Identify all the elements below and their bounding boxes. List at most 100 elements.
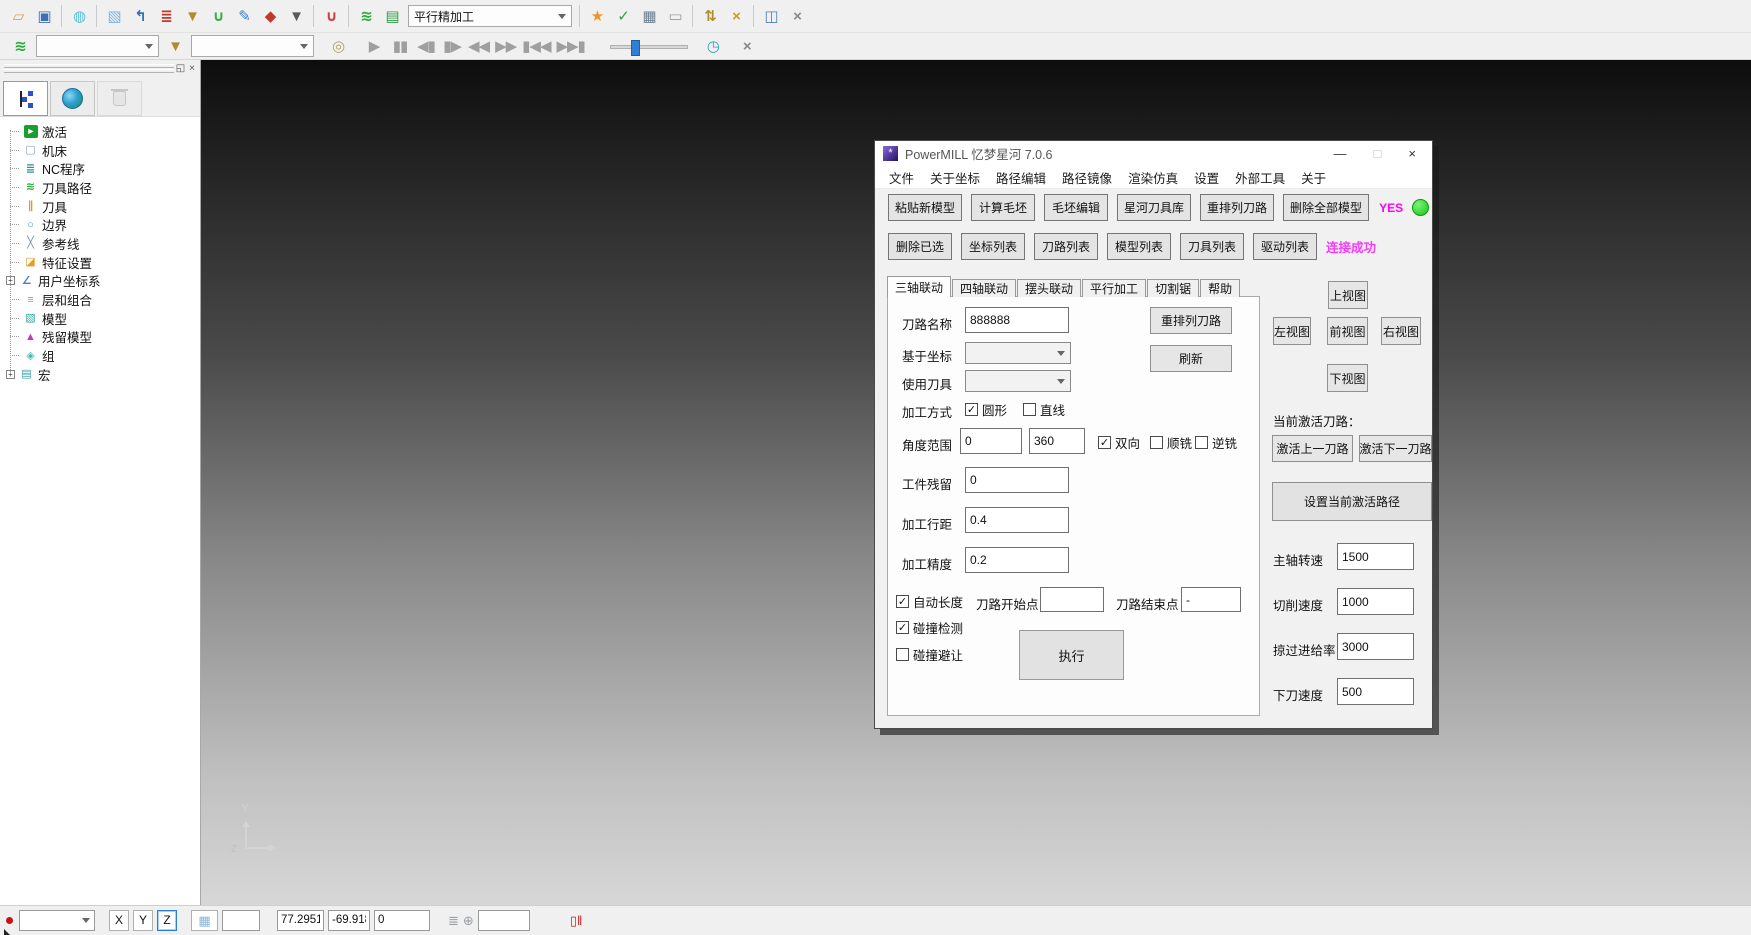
tool-list-button[interactable]: 刀具列表 <box>1180 233 1244 260</box>
bidirectional-checkbox[interactable]: ✓双向 <box>1098 433 1140 452</box>
slider-handle[interactable] <box>631 40 640 56</box>
feeds-speeds-icon[interactable]: ≣ <box>153 4 179 28</box>
tree-item-feature-sets[interactable]: ◪特征设置 <box>6 253 200 272</box>
drive-list-button[interactable]: 驱动列表 <box>1253 233 1317 260</box>
delete-all-models-button[interactable]: 删除全部模型 <box>1283 194 1369 221</box>
clock-icon[interactable]: ◷ <box>700 34 726 58</box>
tree-item-tools[interactable]: ∥刀具 <box>6 197 200 216</box>
axis-z-button[interactable]: Z <box>157 910 177 931</box>
compare-models-icon[interactable]: ◫ <box>758 4 784 28</box>
block-icon[interactable]: ▧ <box>101 4 127 28</box>
tree-item-models[interactable]: ▧模型 <box>6 309 200 328</box>
ruler-icon[interactable]: ▭ <box>662 4 688 28</box>
tool-verify-icon[interactable]: ✓ <box>610 4 636 28</box>
menu-external-tools[interactable]: 外部工具 <box>1227 165 1293 190</box>
stock-remain-input[interactable] <box>965 467 1069 493</box>
tool-activate-icon[interactable]: ★ <box>584 4 610 28</box>
tree-item-boundaries[interactable]: ○边界 <box>6 215 200 234</box>
expand-icon[interactable]: + <box>6 370 15 379</box>
expand-icon[interactable]: + <box>6 276 15 285</box>
menu-file[interactable]: 文件 <box>881 165 922 190</box>
step-back-icon[interactable]: ◀▮ <box>413 34 439 58</box>
recycle-bin-tab[interactable] <box>97 81 142 116</box>
close-icon[interactable]: × <box>1408 147 1416 160</box>
tab-4axis[interactable]: 四轴联动 <box>952 279 1016 297</box>
activate-previous-toolpath-button[interactable]: 激活上一刀路 <box>1272 435 1353 462</box>
checkbox-box[interactable] <box>1023 403 1036 416</box>
tab-saw[interactable]: 切割锯 <box>1147 279 1199 297</box>
pattern-icon[interactable]: ◆ <box>257 4 283 28</box>
toolpath-name-input[interactable] <box>965 307 1069 333</box>
start-point-input[interactable] <box>1040 587 1104 612</box>
circle-checkbox[interactable]: ✓圆形 <box>965 400 1007 419</box>
tree-item-nc-programs[interactable]: ≣NC程序 <box>6 159 200 178</box>
explorer-tree-tab[interactable] <box>3 81 48 116</box>
checkbox-box[interactable] <box>1195 436 1208 449</box>
grid-toggle-icon[interactable]: ▦ <box>191 910 218 931</box>
axis-y-button[interactable]: Y <box>133 910 153 931</box>
delete-selected-button[interactable]: 删除已选 <box>888 233 952 260</box>
tab-3axis[interactable]: 三轴联动 <box>887 276 951 297</box>
left-view-button[interactable]: 左视图 <box>1273 317 1311 345</box>
checkbox-box[interactable]: ✓ <box>896 621 909 634</box>
maximize-icon[interactable]: □ <box>1374 147 1382 160</box>
collision-avoid-checkbox[interactable]: 碰撞避让 <box>896 645 963 664</box>
simulation-pause-icon[interactable]: ▯‖ <box>570 914 583 927</box>
simulation-toolpath-dropdown[interactable] <box>36 35 159 57</box>
set-active-path-button[interactable]: 设置当前激活路径 <box>1272 482 1432 521</box>
compute-block-button[interactable]: 计算毛坯 <box>971 194 1035 221</box>
tree-item-toolpaths[interactable]: ≋刀具路径 <box>6 178 200 197</box>
menu-about-coords[interactable]: 关于坐标 <box>922 165 988 190</box>
menu-settings[interactable]: 设置 <box>1186 165 1227 190</box>
lightbulb-icon[interactable]: ◎ <box>325 34 351 58</box>
angle-start-input[interactable] <box>960 428 1022 454</box>
transform-model-icon[interactable]: × <box>723 4 749 28</box>
front-view-button[interactable]: 前视图 <box>1327 317 1368 345</box>
menu-render-sim[interactable]: 渲染仿真 <box>1120 165 1186 190</box>
menu-path-mirror[interactable]: 路径镜像 <box>1054 165 1120 190</box>
collision-check-icon[interactable]: ∪ <box>318 4 344 28</box>
xinghe-tool-library-button[interactable]: 星河刀具库 <box>1117 194 1191 221</box>
strategy-list-icon[interactable]: ▤ <box>379 4 405 28</box>
tree-item-levels[interactable]: ≡层和组合 <box>6 290 200 309</box>
tolerance-input[interactable] <box>965 547 1069 573</box>
coordinate-y-field[interactable] <box>328 910 370 931</box>
leads-links-icon[interactable]: ∪ <box>205 4 231 28</box>
top-view-button[interactable]: 上视图 <box>1328 281 1368 309</box>
strategy-dropdown[interactable]: 平行精加工 <box>408 5 572 27</box>
tab-help[interactable]: 帮助 <box>1200 279 1240 297</box>
tool-icon[interactable]: ▼ <box>179 4 205 28</box>
checkbox-box[interactable]: ✓ <box>1098 436 1111 449</box>
float-panel-icon[interactable]: ◱ <box>176 62 185 75</box>
go-to-end-icon[interactable]: ▶▶▮ <box>553 34 587 58</box>
block-edit-button[interactable]: 毛坯编辑 <box>1044 194 1108 221</box>
line-checkbox[interactable]: 直线 <box>1023 400 1065 419</box>
tree-item-machine[interactable]: ▢机床 <box>6 141 200 160</box>
climb-mill-checkbox[interactable]: 顺铣 <box>1150 433 1192 452</box>
pause-icon[interactable]: ▮▮ <box>387 34 413 58</box>
plunge-speed-input[interactable] <box>1337 678 1414 705</box>
rewind-icon[interactable]: ◀◀ <box>465 34 492 58</box>
tool-raise-icon[interactable]: ⇅ <box>697 4 723 28</box>
go-to-start-icon[interactable]: ▮◀◀ <box>519 34 553 58</box>
paste-new-model-button[interactable]: 粘贴新模型 <box>888 194 962 221</box>
tree-item-workplanes[interactable]: +∠用户坐标系 <box>6 272 200 291</box>
refresh-button[interactable]: 刷新 <box>1150 345 1232 372</box>
active-toolpath-icon[interactable]: ≋ <box>353 4 379 28</box>
auto-length-checkbox[interactable]: ✓自动长度 <box>896 592 963 611</box>
use-tool-select[interactable] <box>965 370 1071 392</box>
coordinate-list-button[interactable]: 坐标列表 <box>961 233 1025 260</box>
end-point-input[interactable] <box>1181 587 1241 612</box>
coordinate-x-field[interactable] <box>277 910 324 931</box>
checkbox-box[interactable] <box>1150 436 1163 449</box>
workplane-dropdown[interactable] <box>19 910 95 931</box>
cutting-speed-input[interactable] <box>1337 588 1414 615</box>
play-icon[interactable]: ▶ <box>361 34 387 58</box>
skim-feed-input[interactable] <box>1337 633 1414 660</box>
model-list-button[interactable]: 模型列表 <box>1107 233 1171 260</box>
web-globe-tab[interactable] <box>50 81 95 116</box>
save-project-icon[interactable]: ▣ <box>31 4 57 28</box>
measure-field[interactable] <box>478 910 530 931</box>
fast-forward-icon[interactable]: ▶▶ <box>492 34 519 58</box>
tool-holder-icon[interactable]: ▼ <box>283 4 309 28</box>
